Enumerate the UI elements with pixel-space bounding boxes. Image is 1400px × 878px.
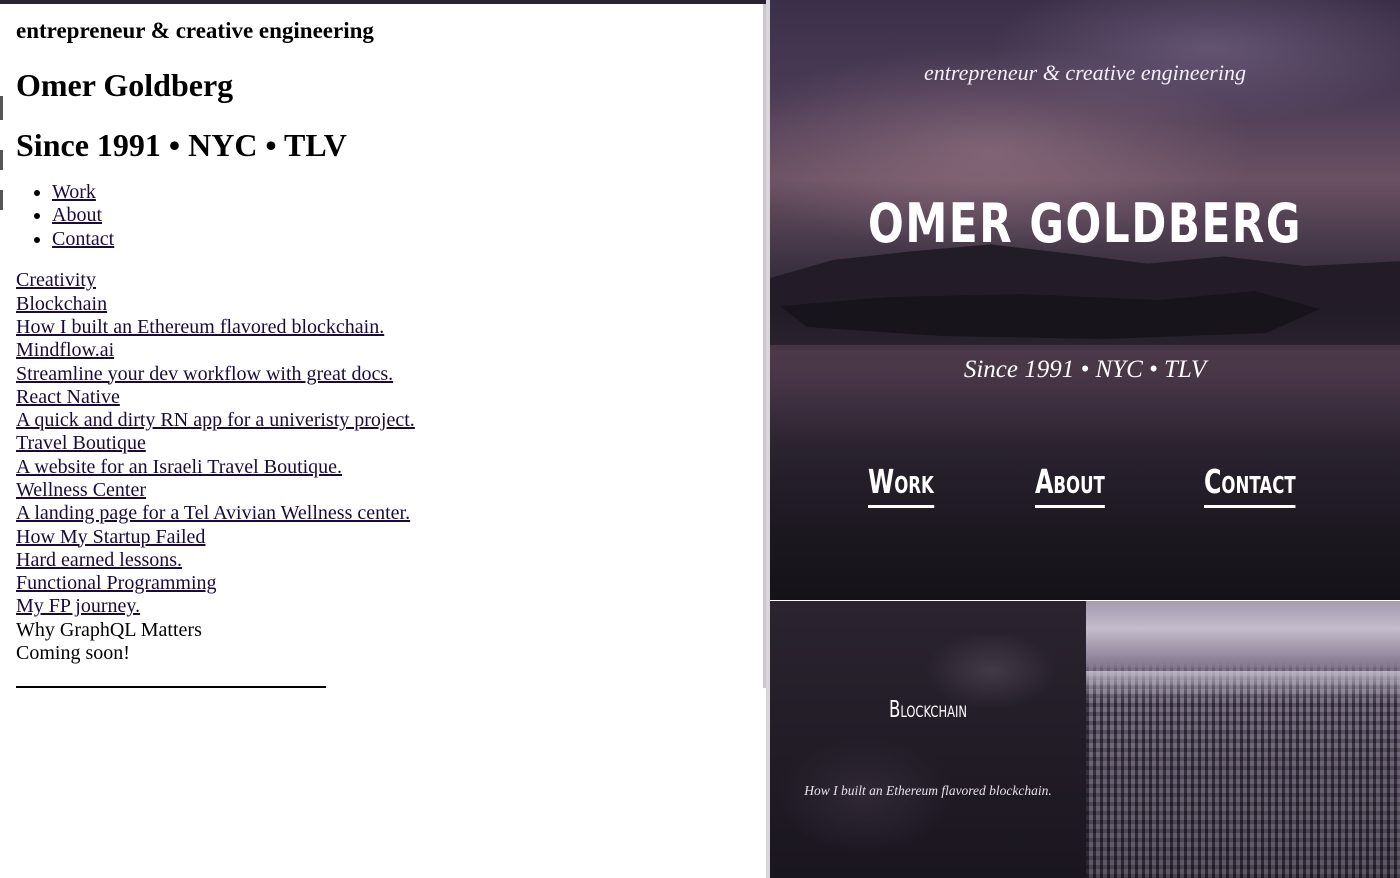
project-link[interactable]: A landing page for a Tel Avivian Wellnes…	[16, 502, 415, 525]
tagline-heading: entrepreneur & creative engineering	[16, 18, 374, 43]
project-link[interactable]: Functional Programming	[16, 572, 415, 595]
hero-nav-contact[interactable]: Contact	[1204, 462, 1296, 508]
project-description: Coming soon!	[16, 642, 130, 665]
plain-nav-item: About	[52, 204, 415, 228]
project-link[interactable]: Wellness Center	[16, 479, 415, 502]
project-title: Why GraphQL Matters	[16, 618, 202, 641]
nav-link-contact[interactable]: Contact	[52, 228, 114, 250]
project-link[interactable]: Hard earned lessons.	[16, 549, 415, 572]
top-border	[0, 0, 766, 4]
hero-nav-about[interactable]: About	[1035, 462, 1105, 508]
hero-name: OMER GOLDBERG	[868, 192, 1302, 255]
plain-nav-item: Contact	[52, 228, 415, 252]
project-link[interactable]: A quick and dirty RN app for a univerist…	[16, 409, 415, 432]
styled-page-pane: entrepreneur & creative engineering OMER…	[770, 0, 1400, 878]
unstyled-page-pane: entrepreneur & creative engineering Omer…	[0, 0, 766, 688]
project-link[interactable]: React Native	[16, 386, 415, 409]
project-tile-blockchain[interactable]: Blockchain How I built an Ethereum flavo…	[770, 601, 1086, 878]
plain-nav-list: Work About Contact	[16, 181, 415, 252]
hero-tagline: entrepreneur & creative engineering	[924, 60, 1246, 85]
since-heading: Since 1991 • NYC • TLV	[16, 126, 347, 163]
hero-nav-work[interactable]: Work	[868, 462, 934, 508]
project-link[interactable]: Streamline your dev workflow with great …	[16, 363, 415, 386]
project-tile-city-image[interactable]	[1086, 601, 1400, 878]
edge-artifact	[0, 190, 3, 210]
city-skyline-image	[1086, 671, 1400, 701]
project-link[interactable]: Creativity	[16, 269, 415, 292]
project-link[interactable]: My FP journey.	[16, 595, 415, 618]
divider-line	[16, 686, 326, 688]
nav-link-work[interactable]: Work	[52, 181, 96, 203]
hero-section: entrepreneur & creative engineering OMER…	[770, 0, 1400, 600]
edge-artifact	[0, 150, 3, 170]
tile-description: How I built an Ethereum flavored blockch…	[804, 783, 1052, 798]
hero-since: Since 1991 • NYC • TLV	[963, 356, 1207, 383]
project-link[interactable]: Mindflow.ai	[16, 339, 415, 362]
unstyled-content: entrepreneur & creative engineering Omer…	[16, 18, 415, 665]
project-link[interactable]: A website for an Israeli Travel Boutique…	[16, 456, 415, 479]
hero-nav: Work About Contact	[770, 462, 1400, 512]
project-link[interactable]: Blockchain	[16, 293, 415, 316]
tile-title: Blockchain	[888, 697, 968, 723]
plain-nav-item: Work	[52, 181, 415, 205]
name-heading: Omer Goldberg	[16, 67, 234, 104]
project-link[interactable]: Travel Boutique	[16, 432, 415, 455]
project-link[interactable]: How I built an Ethereum flavored blockch…	[16, 316, 415, 339]
project-list: Creativity Blockchain How I built an Eth…	[16, 269, 415, 665]
edge-artifact	[0, 96, 3, 120]
nav-link-about[interactable]: About	[52, 204, 102, 226]
project-link[interactable]: How My Startup Failed	[16, 526, 415, 549]
